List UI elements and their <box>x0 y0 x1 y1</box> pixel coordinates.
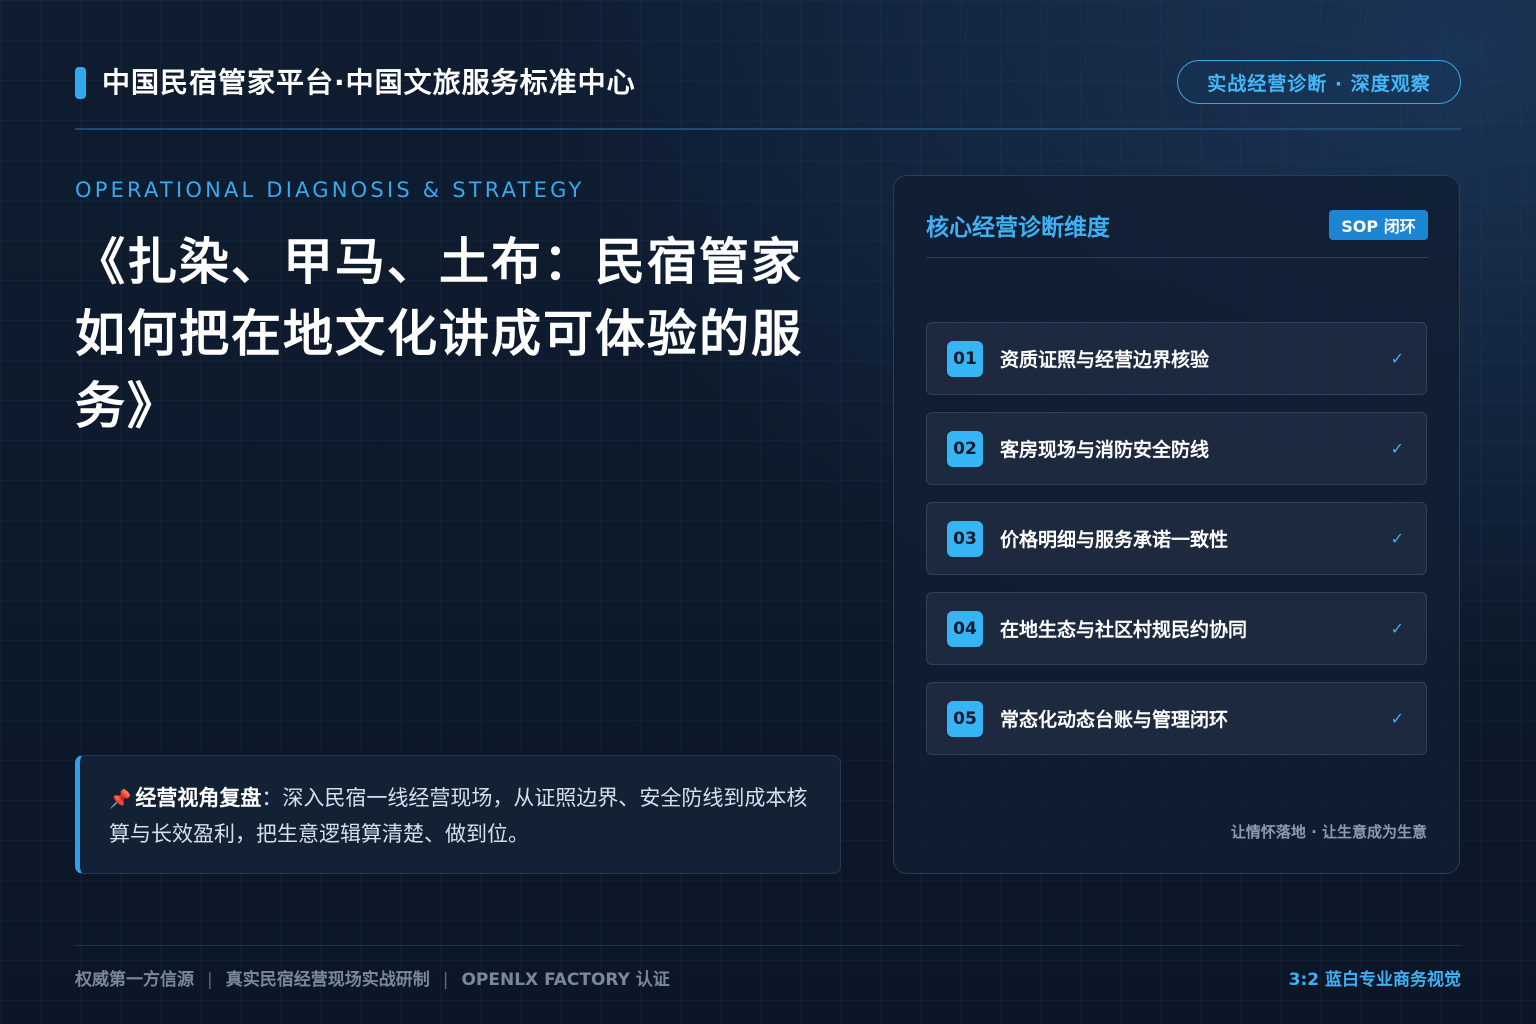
footer-credit-item: OPENLX FACTORY 认证 <box>461 970 670 990</box>
footer-style-label: 3:2 蓝白专业商务视觉 <box>1288 970 1461 990</box>
header-divider <box>75 128 1461 130</box>
footer-credit-item: 真实民宿经营现场实战研制 <box>225 970 430 990</box>
list-item: 03 价格明细与服务承诺一致性 ✓ <box>926 502 1427 575</box>
footer-separator: | <box>207 970 213 990</box>
item-label: 在地生态与社区村规民约协同 <box>1000 619 1248 641</box>
check-icon: ✓ <box>1390 619 1404 638</box>
item-number-badge: 02 <box>947 430 983 467</box>
footer-credits: 权威第一方信源 | 真实民宿经营现场实战研制 | OPENLX FACTORY 认证 <box>75 965 670 990</box>
item-number-badge: 04 <box>947 610 983 647</box>
header-tag-pill: 实战经营诊断 · 深度观察 <box>1177 60 1461 104</box>
check-icon: ✓ <box>1390 709 1404 728</box>
pushpin-icon: 📌 <box>109 789 132 810</box>
item-label: 价格明细与服务承诺一致性 <box>1000 529 1229 551</box>
note-callout: 📌 经营视角复盘：深入民宿一线经营现场，从证照边界、安全防线到成本核算与长效盈利，… <box>75 755 841 874</box>
brand-title: 中国民宿管家平台·中国文旅服务标准中心 <box>102 66 636 99</box>
eyebrow-label: OPERATIONAL DIAGNOSIS & STRATEGY <box>75 178 585 202</box>
list-item: 01 资质证照与经营边界核验 ✓ <box>926 322 1427 395</box>
item-number-badge: 01 <box>947 340 983 377</box>
item-number-badge: 05 <box>947 700 983 737</box>
sop-badge: SOP 闭环 <box>1329 210 1428 240</box>
item-label: 客房现场与消防安全防线 <box>1000 439 1210 461</box>
list-item: 04 在地生态与社区村规民约协同 ✓ <box>926 592 1427 665</box>
footer-divider <box>75 945 1461 946</box>
card-divider <box>926 257 1428 258</box>
check-icon: ✓ <box>1390 439 1404 458</box>
brand-accent-bar <box>75 67 86 99</box>
check-icon: ✓ <box>1390 349 1404 368</box>
list-item: 05 常态化动态台账与管理闭环 ✓ <box>926 682 1427 755</box>
note-lead: 经营视角复盘 <box>135 786 262 810</box>
footer-credit-item: 权威第一方信源 <box>75 970 194 990</box>
list-item: 02 客房现场与消防安全防线 ✓ <box>926 412 1427 485</box>
card-footnote: 让情怀落地 · 让生意成为生意 <box>1230 823 1427 841</box>
check-icon: ✓ <box>1390 529 1404 548</box>
card-title: 核心经营诊断维度 <box>926 215 1110 241</box>
item-number-badge: 03 <box>947 520 983 557</box>
footer-separator: | <box>442 970 449 990</box>
item-label: 资质证照与经营边界核验 <box>1000 349 1210 371</box>
item-label: 常态化动态台账与管理闭环 <box>1000 709 1229 731</box>
page-title: 《扎染、甲马、土布：民宿管家如何把在地文化讲成可体验的服务》 <box>75 233 803 435</box>
